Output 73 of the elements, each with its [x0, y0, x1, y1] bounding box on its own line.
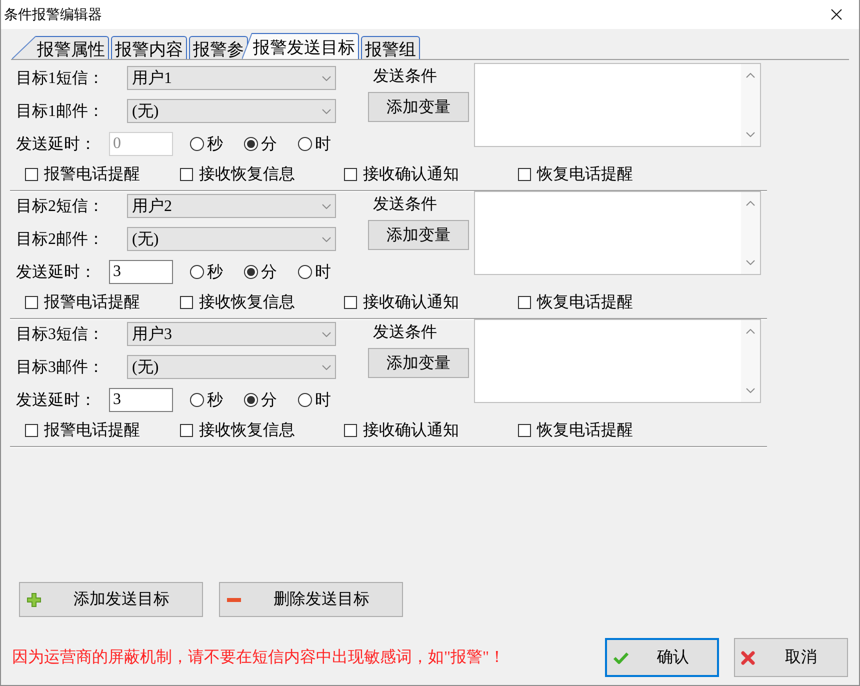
remove-target-button[interactable]: 删除发送目标 [219, 582, 403, 617]
radio-option[interactable]: 分 [244, 390, 277, 410]
checkbox-option[interactable]: 接收恢复信息 [180, 420, 344, 441]
radio-option[interactable]: 秒 [190, 134, 223, 154]
checkbox-option[interactable]: 恢复电话提醒 [518, 420, 688, 441]
field-label: 发送延时： [16, 390, 97, 410]
condition-field[interactable] [474, 191, 761, 275]
chevron-down-icon[interactable] [746, 132, 755, 137]
condition-label: 发送条件 [373, 325, 437, 341]
chevron-down-icon[interactable] [322, 76, 331, 80]
radio-option[interactable]: 分 [244, 134, 277, 154]
chevron-down-icon[interactable] [322, 332, 331, 336]
tab[interactable]: 报警内容 [111, 36, 187, 59]
close-icon[interactable] [830, 9, 842, 20]
checkbox-option[interactable]: 报警电话提醒 [25, 292, 180, 313]
mail-dropdown[interactable]: (无) [127, 99, 336, 123]
sms-dropdown[interactable]: 用户3 [127, 322, 336, 346]
chevron-up-icon[interactable] [746, 329, 755, 334]
cancel-button[interactable]: 取消 [734, 638, 848, 677]
radio-option[interactable]: 分 [244, 262, 277, 282]
field-label: 目标3短信： [16, 324, 105, 344]
radio-option[interactable]: 秒 [190, 390, 223, 410]
mail-dropdown[interactable]: (无) [127, 355, 336, 379]
checkbox-option[interactable]: 接收恢复信息 [180, 292, 344, 313]
chevron-up-icon[interactable] [746, 73, 755, 78]
window-title: 条件报警编辑器 [4, 6, 102, 24]
chevron-down-icon[interactable] [322, 108, 331, 114]
radio-option[interactable]: 秒 [190, 262, 223, 282]
chevron-down-icon[interactable] [322, 364, 331, 370]
cross-icon [741, 650, 755, 664]
checkbox-option[interactable]: 报警电话提醒 [25, 420, 180, 441]
field-label: 目标1邮件： [16, 102, 105, 122]
add-variable-button[interactable]: 添加变量 [368, 348, 469, 378]
minus-icon [227, 598, 241, 602]
condition-label: 发送条件 [373, 197, 437, 213]
field-label: 目标2短信： [16, 196, 105, 216]
mail-dropdown[interactable]: (无) [127, 227, 336, 251]
sms-dropdown[interactable]: 用户1 [127, 66, 336, 90]
field-label: 目标1短信： [16, 68, 105, 88]
checkbox-option[interactable]: 接收确认通知 [344, 292, 518, 313]
delay-field[interactable]: 3 [109, 388, 173, 412]
delay-field[interactable]: 3 [109, 260, 173, 284]
condition-label: 发送条件 [373, 69, 437, 85]
tab[interactable]: 报警参 [189, 36, 248, 59]
radio-option[interactable]: 时 [298, 134, 331, 154]
plus-icon [27, 592, 41, 606]
ok-button[interactable]: 确认 [605, 638, 719, 677]
field-label: 发送延时： [16, 134, 97, 154]
sms-dropdown[interactable]: 用户2 [127, 194, 336, 218]
checkbox-option[interactable]: 报警电话提醒 [25, 164, 180, 185]
radio-option[interactable]: 时 [298, 390, 331, 410]
field-label: 目标2邮件： [16, 230, 105, 250]
chevron-up-icon[interactable] [746, 201, 755, 206]
add-variable-button[interactable]: 添加变量 [368, 92, 469, 122]
tab[interactable]: 报警组 [361, 36, 420, 59]
checkbox-option[interactable]: 恢复电话提醒 [518, 164, 688, 185]
checkbox-option[interactable]: 接收恢复信息 [180, 164, 344, 185]
condition-field[interactable] [474, 63, 761, 147]
condition-field[interactable] [474, 319, 761, 403]
add-variable-button[interactable]: 添加变量 [368, 220, 469, 250]
checkbox-option[interactable]: 接收确认通知 [344, 164, 518, 185]
add-target-button[interactable]: 添加发送目标 [19, 582, 203, 617]
chevron-down-icon[interactable] [746, 388, 755, 393]
radio-option[interactable]: 时 [298, 262, 331, 282]
check-icon [613, 652, 629, 664]
warning-text: 因为运营商的屏蔽机制，请不要在短信内容中出现敏感词，如"报警"！ [12, 648, 506, 668]
field-label: 目标3邮件： [16, 358, 105, 378]
chevron-down-icon[interactable] [746, 260, 755, 265]
field-label: 发送延时： [16, 262, 97, 282]
checkbox-option[interactable]: 恢复电话提醒 [518, 292, 688, 313]
chevron-down-icon[interactable] [322, 204, 331, 208]
checkbox-option[interactable]: 接收确认通知 [344, 420, 518, 441]
chevron-down-icon[interactable] [322, 236, 331, 242]
